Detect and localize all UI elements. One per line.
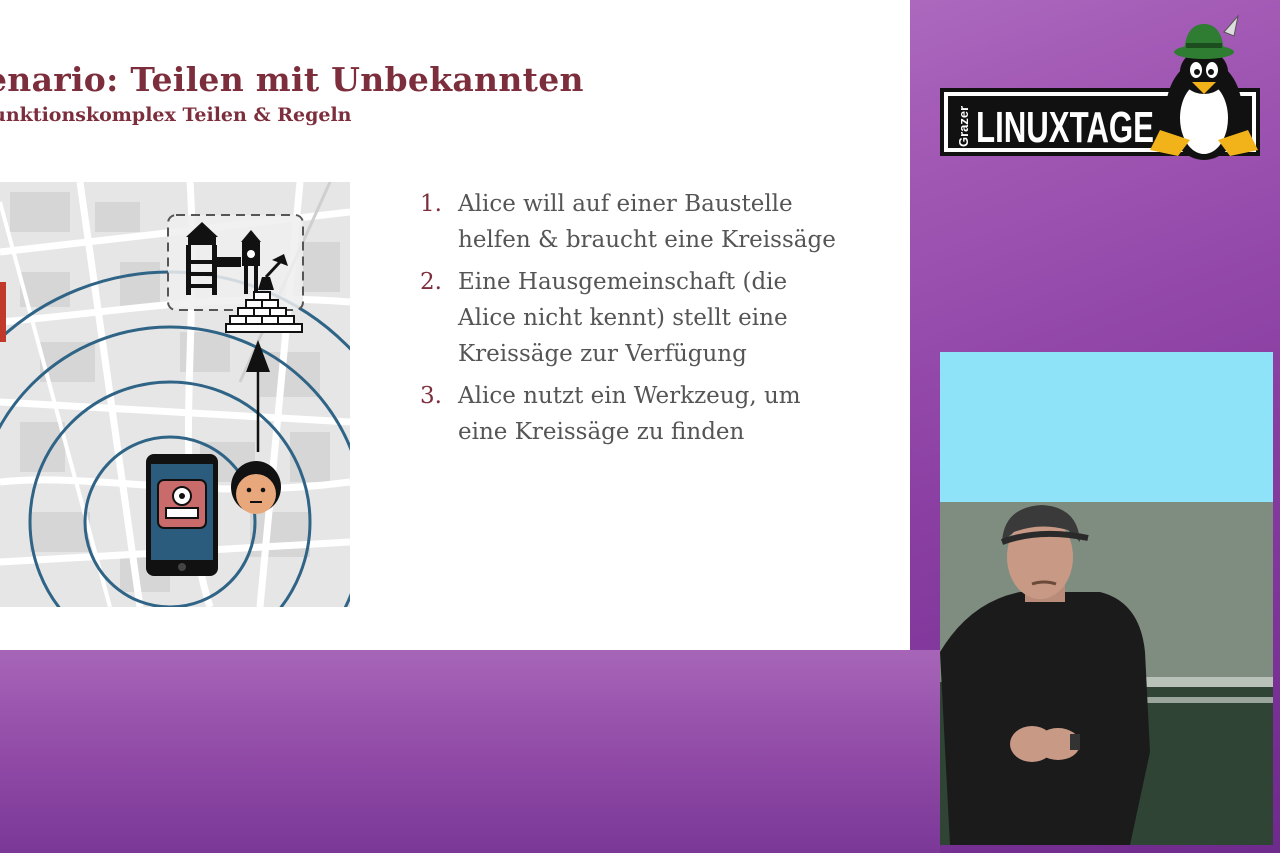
step-item: 2. Eine Hausgemeinschaft (die Alice nich… <box>420 264 890 372</box>
presentation-slide: enario: Teilen mit Unbekannten unktionsk… <box>0 0 910 650</box>
linuxtage-logo: Grazer LINUXTAGE <box>940 14 1260 160</box>
step-number: 2. <box>420 269 442 295</box>
speaker-video-feed <box>940 352 1273 845</box>
map-marker <box>0 282 6 342</box>
logo-prefix: Grazer <box>956 106 971 147</box>
step-line: eine Kreissäge zu finden <box>458 419 745 445</box>
background-band <box>0 650 940 853</box>
logo-text: LINUXTAGE <box>976 103 1154 152</box>
slide-subtitle: unktionskomplex Teilen & Regeln <box>0 104 352 126</box>
step-item: 3. Alice nutzt ein Werkzeug, um eine Kre… <box>420 378 890 450</box>
step-number: 3. <box>420 383 442 409</box>
step-line: Kreissäge zur Verfügung <box>458 341 747 367</box>
step-line: Eine Hausgemeinschaft (die <box>458 269 788 295</box>
step-line: Alice nicht kennt) stellt eine <box>458 305 788 331</box>
step-number: 1. <box>420 191 442 217</box>
step-line: Alice will auf einer Baustelle <box>458 191 793 217</box>
slide-title: enario: Teilen mit Unbekannten <box>0 60 584 99</box>
step-line: helfen & braucht eine Kreissäge <box>458 227 836 253</box>
steps-list: 1. Alice will auf einer Baustelle helfen… <box>420 186 890 456</box>
step-item: 1. Alice will auf einer Baustelle helfen… <box>420 186 890 258</box>
step-line: Alice nutzt ein Werkzeug, um <box>458 383 801 409</box>
smartphone-app-icon <box>146 454 218 576</box>
neighborhood-map <box>0 182 350 607</box>
